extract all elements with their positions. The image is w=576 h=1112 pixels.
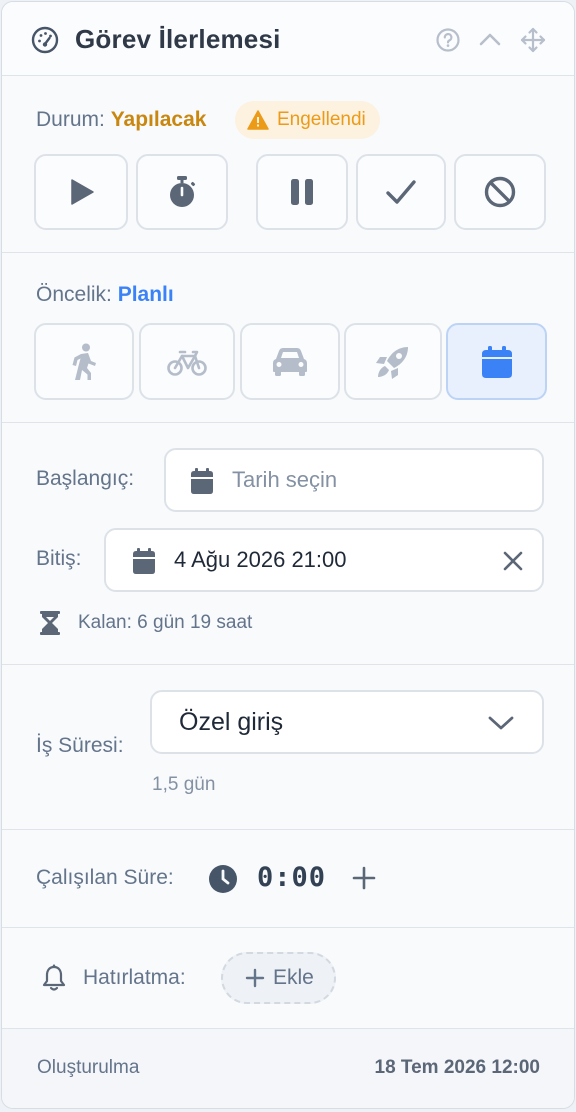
add-reminder-button[interactable]: Ekle (221, 952, 336, 1004)
task-progress-panel: Görev İlerlemesi Durum: Yapılacak Engell… (1, 1, 575, 1109)
rocket-icon (376, 346, 408, 379)
plus-icon (245, 968, 265, 988)
check-icon (386, 180, 416, 204)
status-value: Yapılacak (110, 108, 207, 131)
calendar-icon (191, 468, 213, 494)
worked-time-value: 0:00 (257, 862, 327, 893)
pause-button[interactable] (256, 154, 348, 230)
priority-option-rocket[interactable] (344, 323, 442, 400)
end-date-label: Bitiş: (36, 547, 82, 570)
stopwatch-icon (170, 176, 196, 207)
start-button[interactable] (34, 154, 128, 230)
car-icon (273, 347, 307, 376)
block-button[interactable] (454, 154, 546, 230)
status-label: Durum: (36, 108, 105, 131)
start-date-field[interactable]: Tarih seçin (164, 448, 544, 512)
timer-button[interactable] (136, 154, 228, 230)
bell-icon (42, 964, 66, 991)
add-reminder-label: Ekle (273, 966, 314, 989)
chevron-up-icon[interactable] (477, 27, 503, 53)
walking-icon (72, 343, 96, 380)
warning-icon (247, 110, 269, 130)
duration-select[interactable]: Özel giriş (150, 690, 544, 754)
reminder-label: Hatırlatma: (83, 966, 186, 989)
gauge-icon (31, 26, 59, 54)
pause-icon (291, 179, 313, 205)
start-date-label: Başlangıç: (36, 467, 135, 490)
panel-header: Görev İlerlemesi (2, 2, 574, 76)
calendar-icon (481, 345, 512, 378)
complete-button[interactable] (356, 154, 446, 230)
blocked-badge: Engellendi (235, 101, 380, 139)
calendar-icon (133, 548, 155, 574)
priority-value: Planlı (117, 283, 174, 306)
priority-option-car[interactable] (240, 323, 340, 400)
chevron-down-icon (488, 716, 514, 730)
panel-title: Görev İlerlemesi (75, 24, 281, 54)
priority-row: Öncelik: Planlı (36, 283, 174, 307)
play-icon (71, 179, 94, 205)
worked-time-label: Çalışılan Süre: (36, 866, 174, 889)
duration-days: 1,5 gün (152, 774, 216, 795)
move-icon[interactable] (520, 27, 546, 53)
end-date-field[interactable]: 4 Ağu 2026 21:00 (104, 528, 544, 592)
created-label: Oluşturulma (37, 1057, 140, 1078)
priority-option-bicycle[interactable] (139, 323, 235, 400)
add-time-icon[interactable] (352, 866, 376, 890)
clear-icon[interactable] (502, 550, 524, 572)
duration-selected: Özel giriş (179, 708, 284, 736)
created-value: 18 Tem 2026 12:00 (374, 1057, 541, 1078)
priority-label: Öncelik: (36, 283, 112, 306)
duration-label: İş Süresi: (36, 734, 124, 757)
remaining-time: Kalan: 6 gün 19 saat (78, 612, 253, 633)
priority-option-planned[interactable] (446, 323, 547, 400)
hourglass-icon (40, 611, 60, 635)
blocked-badge-label: Engellendi (277, 109, 366, 130)
clock-icon (209, 865, 237, 893)
end-date-value: 4 Ağu 2026 21:00 (174, 547, 347, 572)
priority-option-walking[interactable] (34, 323, 134, 400)
help-icon[interactable] (435, 27, 461, 53)
status-row: Durum: Yapılacak (36, 108, 206, 132)
block-icon (484, 176, 516, 208)
bicycle-icon (167, 350, 207, 376)
start-date-placeholder: Tarih seçin (232, 467, 338, 492)
